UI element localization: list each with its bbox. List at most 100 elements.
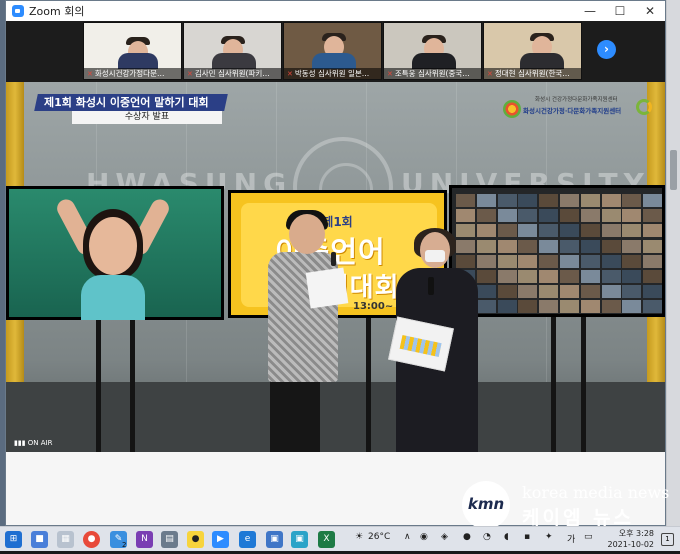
store-icon[interactable]: ■: [31, 531, 48, 548]
screen-stand: [130, 320, 135, 452]
audience-video-cell: [497, 270, 517, 283]
wifi-icon[interactable]: ◔: [483, 532, 491, 542]
audience-video-cell: [622, 300, 642, 314]
participant-tile[interactable]: ✕ 정대현 심사위원(한국…: [483, 22, 582, 80]
tray-icon[interactable]: ◈: [441, 532, 448, 542]
close-button[interactable]: ✕: [635, 1, 665, 21]
muted-mic-icon: ✕: [287, 70, 293, 78]
audience-video-cell: [622, 224, 642, 238]
onair-label: ▮▮▮ ON AIR: [14, 439, 53, 447]
participant-name: ✕ 화성시건강가정다문…: [84, 68, 181, 79]
participant-tile[interactable]: ✕ 화성시건강가정다문…: [83, 22, 182, 80]
broadcast-subtitle: 수상자 발표: [72, 111, 222, 124]
screen-stand: [96, 320, 101, 452]
participant-body: [212, 53, 256, 69]
kakaotalk-icon[interactable]: ●: [187, 531, 204, 548]
audience-video-cell: [497, 300, 517, 314]
screen-child-video: [6, 186, 224, 320]
participant-body: [118, 53, 158, 69]
audience-video-cell: [622, 209, 642, 223]
app-icon[interactable]: ▦: [57, 531, 74, 548]
muted-mic-icon: ✕: [87, 70, 93, 78]
clock[interactable]: 오후 3:28 2021-10-02: [608, 528, 655, 550]
audience-video-cell: [539, 300, 559, 314]
audience-video-cell: [601, 224, 621, 238]
zoom-taskbar-icon[interactable]: ▶: [212, 531, 229, 548]
chrome-icon[interactable]: ●: [83, 531, 100, 548]
participant-tile[interactable]: ✕ 조특웅 심사위원(중국…: [383, 22, 482, 80]
audience-video-cell: [580, 239, 600, 253]
participant-body: [412, 53, 456, 69]
scrollbar-thumb[interactable]: [670, 150, 677, 190]
host-microphone: [331, 252, 336, 266]
presenter-mask: [425, 250, 445, 262]
app-icon[interactable]: ▣: [291, 531, 308, 548]
audience-video-cell: [476, 270, 496, 283]
audience-video-cell: [476, 285, 496, 299]
audience-video-cell: [560, 300, 579, 314]
tray-icon[interactable]: ▪: [524, 532, 530, 542]
audience-video-cell: [539, 194, 559, 207]
muted-mic-icon: ✕: [487, 70, 493, 78]
audience-video-cell: [476, 209, 496, 223]
audience-video-cell: [601, 209, 621, 223]
audience-video-cell: [518, 285, 538, 299]
participant-body: [520, 53, 564, 69]
ime-indicator[interactable]: 가: [567, 532, 575, 545]
audience-video-cell: [518, 239, 538, 253]
audience-video-cell: [560, 270, 579, 283]
watermark-english: korea media news: [522, 483, 670, 502]
audience-video-cell: [456, 239, 475, 253]
onenote-icon[interactable]: N: [136, 531, 153, 548]
audience-video-cell: [580, 254, 600, 268]
maximize-button[interactable]: ☐: [605, 1, 635, 21]
screen-stand: [581, 317, 586, 452]
participant-tile[interactable]: ✕ 김사민 심사위원(파키…: [183, 22, 282, 80]
keyboard-icon[interactable]: ▭: [584, 532, 593, 542]
edge-icon[interactable]: e: [239, 531, 256, 548]
audience-video-cell: [497, 254, 517, 268]
minimize-button[interactable]: —: [575, 1, 605, 21]
muted-mic-icon: ✕: [187, 70, 193, 78]
scrollbar[interactable]: [666, 0, 680, 526]
audience-video-cell: [643, 239, 663, 253]
audience-video-cell: [456, 194, 475, 207]
audience-video-cell: [539, 285, 559, 299]
audience-video-cell: [601, 254, 621, 268]
tray-icon[interactable]: ◉: [420, 532, 428, 542]
organization-logo: 화성시 건강가정다문화가족지원센터 화성시건강가정·다문화가족지원센터: [503, 94, 653, 118]
participant-tile[interactable]: ✕ 박동성 심사위원 일본…: [283, 22, 382, 80]
calculator-icon[interactable]: ▤: [161, 531, 178, 548]
audience-video-cell: [476, 194, 496, 207]
audience-video-cell: [622, 239, 642, 253]
audience-video-cell: [622, 194, 642, 207]
audience-video-cell: [601, 194, 621, 207]
audience-video-cell: [580, 194, 600, 207]
app-icon[interactable]: ✎ 2: [110, 531, 127, 549]
audience-video-cell: [476, 254, 496, 268]
audience-video-cell: [622, 285, 642, 299]
excel-icon[interactable]: X: [318, 531, 335, 548]
audience-video-cell: [497, 209, 517, 223]
audience-video-cell: [560, 239, 579, 253]
swirl-logo-icon: [636, 99, 652, 115]
audience-video-cell: [580, 300, 600, 314]
muted-mic-icon: ✕: [387, 70, 393, 78]
notification-icon[interactable]: 1: [661, 533, 674, 546]
tray-icon[interactable]: ●: [463, 532, 471, 542]
audience-video-cell: [476, 224, 496, 238]
start-button[interactable]: ⊞: [5, 531, 22, 548]
chevron-right-icon[interactable]: ›: [597, 40, 616, 59]
chevron-up-icon[interactable]: ∧: [404, 532, 411, 542]
audience-video-cell: [539, 224, 559, 238]
tray-icon[interactable]: ✦: [545, 532, 553, 542]
audience-video-cell: [456, 254, 475, 268]
stage-floor: [6, 382, 665, 452]
weather-text[interactable]: 26°C: [368, 532, 390, 542]
app-icon[interactable]: ▣: [266, 531, 283, 548]
audience-video-cell: [643, 300, 663, 314]
weather-icon[interactable]: ☀: [355, 532, 363, 542]
volume-icon[interactable]: ◖: [504, 532, 509, 542]
audience-video-cell: [497, 194, 517, 207]
audience-video-cell: [643, 285, 663, 299]
